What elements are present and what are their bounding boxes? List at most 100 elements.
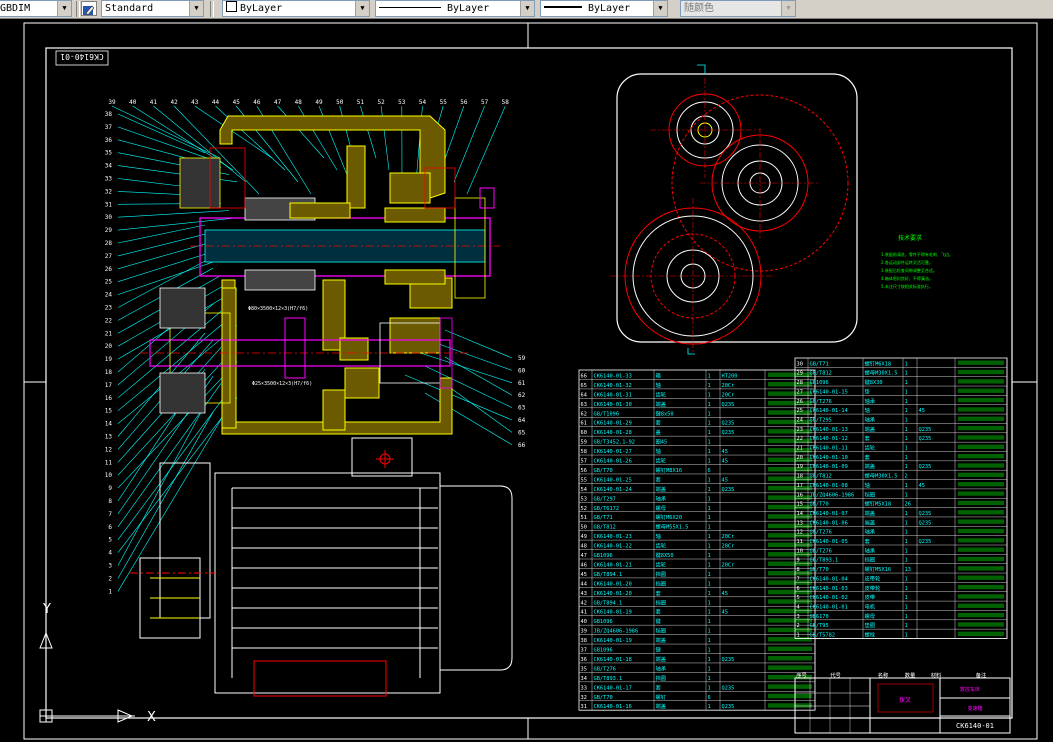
bom-cell: GB1096 <box>594 553 613 559</box>
bom-cell: 电机 <box>865 602 876 610</box>
bom-cell: 40 <box>581 619 587 625</box>
layer-color-select[interactable]: ByLayer ▼ <box>222 0 370 17</box>
bom-cell: 齿轮 <box>656 560 667 568</box>
bom-cell: 齿轮 <box>656 390 667 398</box>
balloon-label: 9 <box>108 485 112 492</box>
bom-cell: 33 <box>581 685 587 691</box>
bom-cell: 1 <box>905 436 908 442</box>
bom-cell: CK6140-01-09 <box>810 464 848 470</box>
bom-cell: Q235 <box>722 421 735 427</box>
bom-cell: 20Cr <box>722 562 735 568</box>
bom-cell: CK6140-01-12 <box>810 436 848 442</box>
bom-cell: 13 <box>905 567 911 573</box>
bom-cell: 43 <box>581 591 587 597</box>
bom-cell: GB/T812 <box>810 371 832 377</box>
balloon-label: 37 <box>105 124 113 131</box>
bom-cell: 1 <box>905 408 908 414</box>
balloon-label: 59 <box>518 355 526 362</box>
bom-cell: GB/T276 <box>810 399 832 405</box>
bom-cell: 1 <box>905 576 908 582</box>
bom-cell: 39 <box>581 629 587 635</box>
bom-cell: CK6140-01-26 <box>594 459 632 465</box>
bom-cell: 45 <box>722 477 728 483</box>
balloon-label: 49 <box>315 99 323 106</box>
bom-cell: 51 <box>581 515 587 521</box>
bom-cell: 9 <box>797 558 800 564</box>
bom-cell: CK6140-01-19 <box>594 610 632 616</box>
bom-cell: 52 <box>581 506 587 512</box>
textstyle-select[interactable]: Standard ▼ <box>101 0 204 17</box>
bom-cell: 盖 <box>656 428 662 436</box>
bom-cell: 20Cr <box>722 392 735 398</box>
bom-cell: 端盖 <box>865 425 876 433</box>
balloon-label: 65 <box>518 429 526 436</box>
bom-cell: 1 <box>905 361 908 367</box>
bom-cell: 1 <box>905 371 908 377</box>
bom-cell: 55 <box>581 477 587 483</box>
bom-cell: CK6140-01-18 <box>594 657 632 663</box>
bom-cell: 20 <box>797 455 803 461</box>
bom-cell: 1 <box>708 638 711 644</box>
bom-cell: 轴承 <box>656 494 667 502</box>
bom-cell: 齿轮 <box>656 542 667 550</box>
bom-cell: CK6140-01-24 <box>594 487 632 493</box>
bom-cell: 端盖 <box>865 462 876 470</box>
bom-cell: CK6140-01-05 <box>810 539 848 545</box>
balloon-label: 27 <box>105 253 113 260</box>
bom-cell: 31 <box>581 704 587 710</box>
bom-cell: 1 <box>905 446 908 452</box>
bom-cell: 45 <box>722 591 728 597</box>
bom-cell: 5 <box>797 595 800 601</box>
text-style-glyph <box>83 5 95 16</box>
layer-color-value: ByLayer <box>240 3 283 14</box>
bom-cell: 59 <box>581 440 587 446</box>
bom-cell: 螺母M30X1.5 <box>865 472 898 480</box>
bom-cell: 2 <box>797 623 800 629</box>
chevron-down-icon: ▼ <box>520 1 534 16</box>
balloon-label: 61 <box>518 380 526 387</box>
bom-cell: 8 <box>797 567 800 573</box>
bom-cell: CK6140-01-14 <box>810 408 848 414</box>
bom-cell: 61 <box>581 421 587 427</box>
balloon-label: 47 <box>274 99 282 106</box>
bom-cell: 套 <box>656 589 662 597</box>
notes-title: 技术要求 <box>898 234 922 242</box>
text-style-icon[interactable] <box>81 1 97 16</box>
balloon-label: 38 <box>105 111 113 118</box>
bom-cell: 17 <box>797 483 803 489</box>
dimstyle-select[interactable]: GBDIM ▼ <box>0 0 72 17</box>
linetype-select[interactable]: ByLayer ▼ <box>375 0 535 17</box>
bom-cell: 套 <box>656 419 662 427</box>
balloon-label: 19 <box>105 356 113 363</box>
bom-cell: Q235 <box>722 704 735 710</box>
bom-cell: 45 <box>722 459 728 465</box>
bom-cell: 25 <box>797 408 803 414</box>
plotstyle-select[interactable]: 随颜色 ▼ <box>680 0 796 17</box>
bom-cell: CK6140-01-27 <box>594 449 632 455</box>
bom-cell: 1 <box>708 534 711 540</box>
balloon-label: 54 <box>419 99 427 106</box>
bom-cell: GB1096 <box>810 380 829 386</box>
drawing-canvas[interactable]: CK6140-01 39 40 41 42 43 44 45 46 47 48 49 50 51 52 53… <box>0 18 1053 742</box>
bom-cell: CK6140-01-22 <box>594 544 632 550</box>
notes-line-1: 1.装配前清洗，零件不得有毛刺、飞边。 <box>881 251 953 257</box>
balloon-label: 21 <box>105 330 113 337</box>
balloon-label: 32 <box>105 188 113 195</box>
lineweight-select[interactable]: ByLayer ▼ <box>540 0 668 17</box>
bom-cell: 毡圈 <box>656 627 667 635</box>
bom-cell: CK6140-01-04 <box>810 576 848 582</box>
bom-cell: CK6140-01-01 <box>810 604 848 610</box>
bom-cell: 45 <box>722 449 728 455</box>
bom-cell: GB/T812 <box>810 474 832 480</box>
bom-cell: CK6140-01-16 <box>594 704 632 710</box>
bom-cell: GB/T276 <box>810 530 832 536</box>
balloon-label: 1 <box>108 588 112 595</box>
balloon-label: 43 <box>191 99 199 106</box>
bom-cell: CK6140-01-33 <box>594 373 632 379</box>
notes-line-3: 3.装配后检查间隙调整至合适。 <box>881 267 937 273</box>
bom-cell: 1 <box>708 610 711 616</box>
bom-cell: GB/T894.1 <box>594 600 623 606</box>
bom-cell: 键8X30 <box>865 378 883 386</box>
bom-cell: 螺钉M6X20 <box>656 513 683 521</box>
balloon-label: 60 <box>518 367 526 374</box>
